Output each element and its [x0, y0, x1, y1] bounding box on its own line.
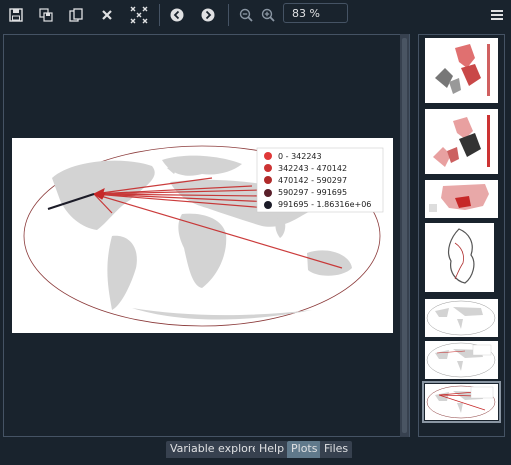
menu-icon[interactable]	[486, 4, 508, 26]
legend-label: 342243 - 470142	[278, 163, 348, 173]
legend-label: 991695 - 1.86316e+06	[278, 200, 372, 210]
legend-entry: 342243 - 470142	[264, 162, 384, 174]
zoom-in-icon[interactable]	[257, 4, 279, 26]
plot-legend: 0 - 342243 342243 - 470142 470142 - 590297…	[264, 150, 384, 211]
legend-marker	[264, 200, 272, 209]
legend-label: 0 - 342243	[278, 151, 322, 161]
plot-thumbnail[interactable]	[425, 180, 498, 218]
plot-thumbnail[interactable]	[425, 299, 498, 337]
legend-marker	[264, 152, 272, 161]
scrollbar-thumb[interactable]	[402, 38, 407, 433]
legend-entry: 470142 - 590297	[264, 174, 384, 186]
zoom-out-icon[interactable]	[235, 4, 257, 26]
legend-entry: 590297 - 991695	[264, 187, 384, 199]
vertical-scrollbar[interactable]	[400, 34, 409, 437]
back-arrow-icon[interactable]	[166, 4, 188, 26]
close-icon[interactable]	[96, 4, 118, 26]
toolbar-separator	[159, 4, 160, 26]
plot-thumbnail[interactable]	[425, 223, 494, 292]
tab-files[interactable]: Files	[320, 441, 353, 458]
copy-icon[interactable]	[65, 4, 87, 26]
legend-marker	[264, 176, 272, 185]
legend-label: 590297 - 991695	[278, 188, 348, 198]
legend-label: 470142 - 590297	[278, 175, 348, 185]
panel-splitter[interactable]	[412, 34, 415, 437]
save-icon[interactable]	[5, 4, 27, 26]
plots-toolbar: 83 %	[0, 0, 511, 30]
zoom-level-field[interactable]: 83 %	[283, 3, 348, 23]
save-all-icon[interactable]	[35, 4, 57, 26]
legend-marker	[264, 188, 272, 197]
plot-thumbnail[interactable]	[425, 341, 498, 379]
legend-marker	[264, 164, 272, 173]
tab-help[interactable]: Help	[255, 441, 289, 458]
plot-thumbnail[interactable]	[425, 109, 498, 174]
close-all-icon[interactable]	[128, 4, 150, 26]
legend-entry: 0 - 342243	[264, 150, 384, 162]
tab-variable-explorer[interactable]: Variable explorer	[166, 441, 268, 458]
legend-entry: 991695 - 1.86316e+06	[264, 199, 384, 211]
plot-thumbnail[interactable]	[425, 38, 498, 103]
toolbar-separator	[228, 4, 229, 26]
tab-plots[interactable]: Plots	[287, 441, 322, 458]
plot-thumbnail-selected[interactable]	[422, 381, 501, 423]
forward-arrow-icon[interactable]	[197, 4, 219, 26]
main-plot-figure: 0 - 342243 342243 - 470142 470142 - 590297…	[12, 138, 393, 333]
bottom-tab-bar: Variable explorer Help Plots Files	[0, 437, 511, 465]
